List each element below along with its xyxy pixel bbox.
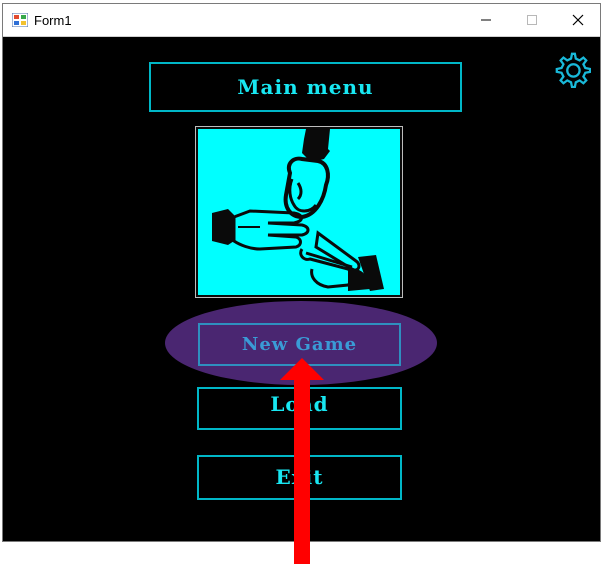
windows-form-icon	[12, 13, 28, 27]
hands-graphic	[212, 129, 384, 291]
title-bar[interactable]: Form1	[3, 4, 600, 37]
close-icon	[572, 14, 584, 26]
minimize-icon	[481, 19, 491, 21]
main-menu-title: Main menu	[149, 62, 462, 112]
window-title: Form1	[34, 13, 72, 28]
gear-icon[interactable]	[553, 50, 591, 88]
maximize-icon	[527, 15, 537, 25]
close-button[interactable]	[555, 4, 601, 36]
maximize-button[interactable]	[509, 4, 555, 36]
rock-paper-scissors-image	[196, 127, 402, 297]
red-arrow	[280, 358, 324, 564]
minimize-button[interactable]	[463, 4, 509, 36]
